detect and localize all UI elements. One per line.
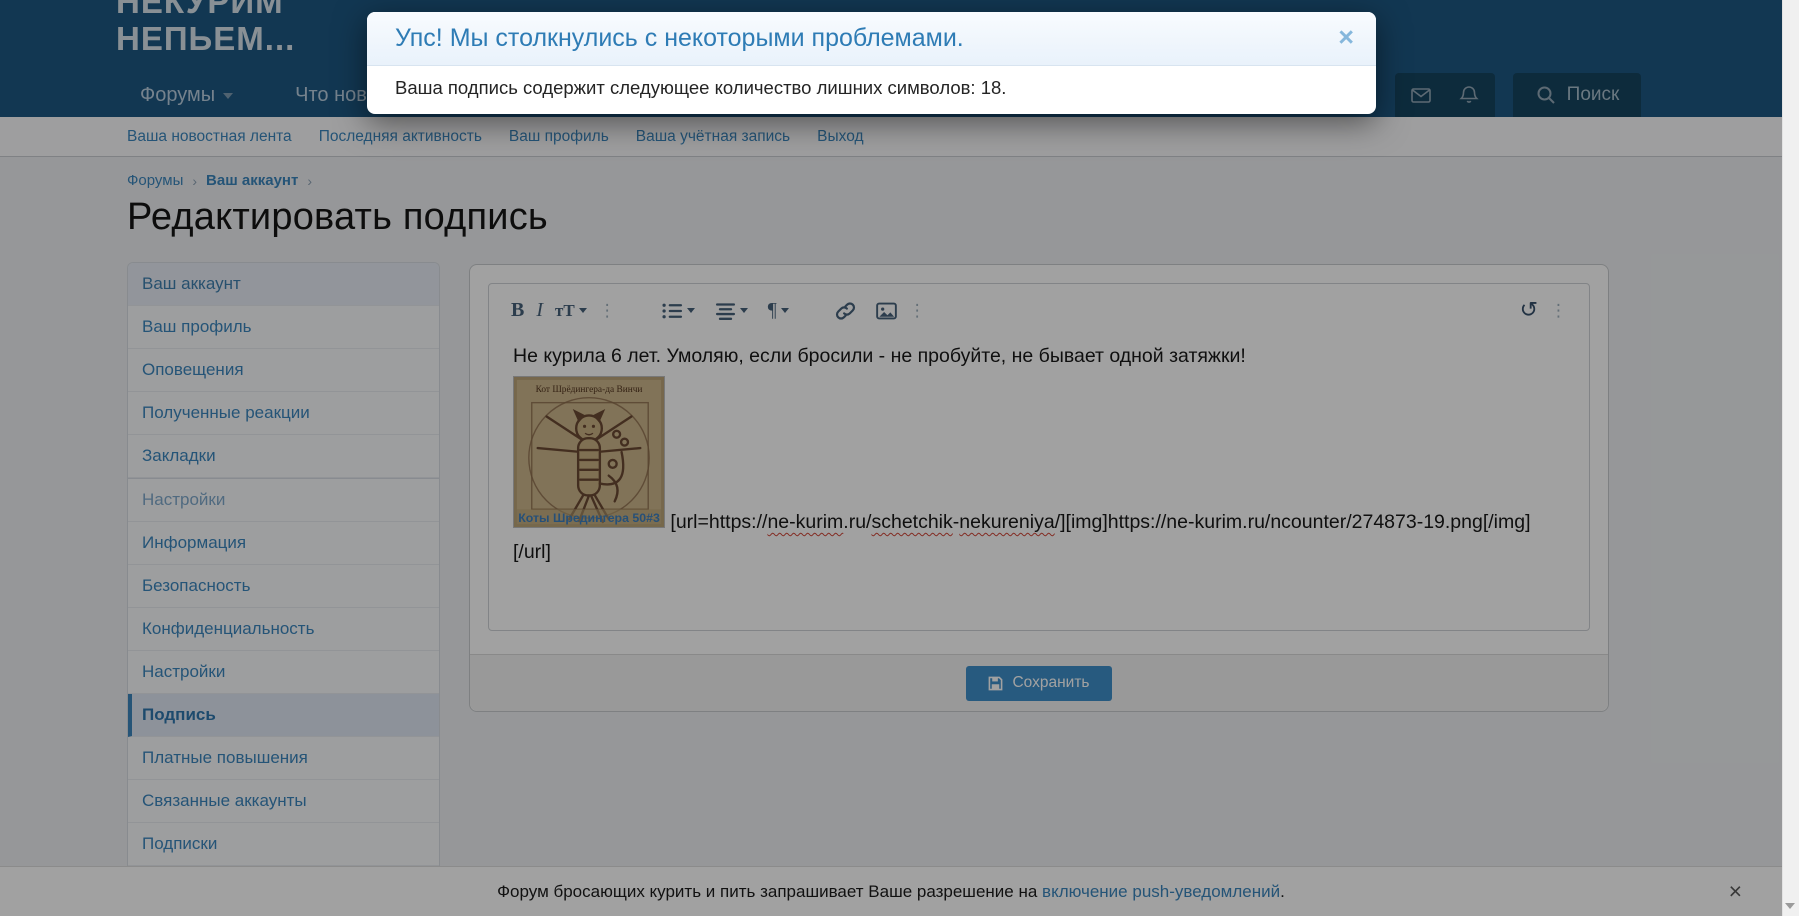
modal-backdrop[interactable] xyxy=(0,0,1799,916)
browser-scrollbar[interactable] xyxy=(1782,0,1799,916)
close-icon[interactable]: × xyxy=(1338,24,1354,51)
scrollbar-down-arrow-icon[interactable] xyxy=(1785,903,1795,909)
error-modal-message: Ваша подпись содержит следующее количест… xyxy=(367,66,1376,114)
error-modal-title: Упс! Мы столкнулись с некоторыми проблем… xyxy=(395,24,964,52)
error-modal-header: Упс! Мы столкнулись с некоторыми проблем… xyxy=(367,12,1376,66)
error-modal: Упс! Мы столкнулись с некоторыми проблем… xyxy=(367,12,1376,114)
page: НЕКУРИМ НЕПЬЕМ... Форумы Что нового? xyxy=(0,0,1799,916)
